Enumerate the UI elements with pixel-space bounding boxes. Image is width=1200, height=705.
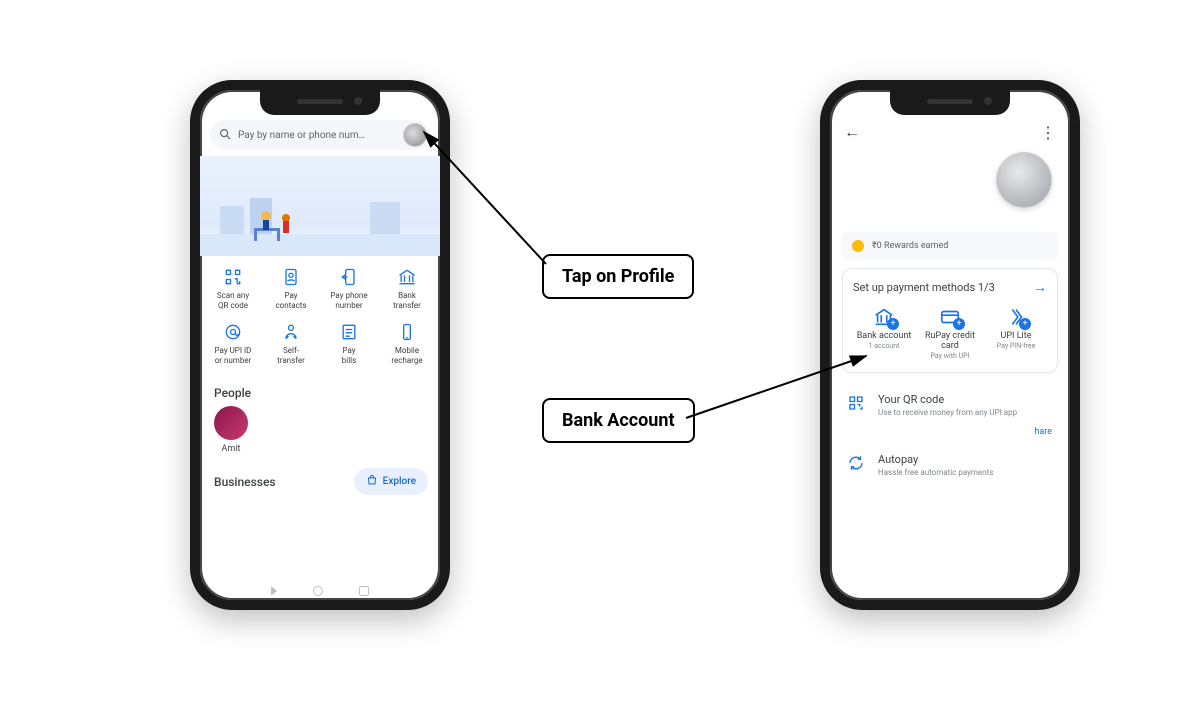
share-link[interactable]: hare — [830, 427, 1070, 443]
tutorial-canvas: Pay by name or phone num… — [20, 20, 1180, 665]
arrow-right-icon[interactable]: → — [1033, 279, 1047, 296]
nav-home-icon[interactable] — [313, 586, 323, 596]
shop-icon — [366, 474, 378, 489]
method-bank-account[interactable]: + Bank account 1 account — [853, 306, 915, 360]
android-nav — [200, 586, 440, 596]
autopay-icon — [846, 453, 866, 473]
profile-avatar[interactable] — [403, 123, 427, 147]
kebab-menu-icon[interactable]: ⋮ — [1040, 123, 1056, 142]
rewards-strip[interactable]: ₹0 Rewards earned — [842, 232, 1058, 260]
callout-profile: Tap on Profile — [542, 254, 694, 299]
nav-back-icon[interactable] — [271, 586, 277, 596]
search-icon — [218, 127, 232, 144]
search-bar[interactable]: Pay by name or phone num… — [210, 120, 430, 150]
setup-payment-card: Set up payment methods 1/3 → + Bank acco… — [842, 268, 1058, 373]
contacts-icon — [280, 266, 302, 288]
add-badge-icon: + — [953, 318, 965, 330]
back-icon[interactable]: ← — [844, 122, 860, 142]
action-scan-qr[interactable]: Scan any QR code — [204, 264, 262, 313]
nav-recent-icon[interactable] — [359, 586, 369, 596]
phone-left: Pay by name or phone num… — [190, 80, 450, 610]
method-rupay-card[interactable]: + RuPay credit card Pay with UPI — [919, 306, 981, 360]
setup-title: Set up payment methods 1/3 — [853, 281, 995, 294]
explore-button[interactable]: Explore — [354, 468, 428, 495]
profile-photo[interactable] — [996, 152, 1052, 208]
people-heading: People — [200, 376, 440, 406]
method-upi-lite[interactable]: + UPI Lite Pay PIN-free — [985, 306, 1047, 360]
action-pay-contacts[interactable]: Pay contacts — [262, 264, 320, 313]
gpay-home-screen: Pay by name or phone num… — [200, 90, 440, 600]
upi-lite-icon: + — [1003, 306, 1029, 328]
phone-notch — [260, 89, 380, 115]
action-bank-transfer[interactable]: Bank transfer — [378, 264, 436, 313]
quick-actions-grid: Scan any QR code Pay contacts Pay phone … — [200, 260, 440, 376]
bills-icon — [338, 321, 360, 343]
person-amit[interactable]: Amit — [214, 406, 248, 454]
qr-scan-icon — [222, 266, 244, 288]
bank-icon: + — [871, 306, 897, 328]
add-badge-icon: + — [1019, 318, 1031, 330]
qr-icon — [846, 393, 866, 413]
phone-right: ← ⋮ ₹0 Rewards earned Set up payment met… — [820, 80, 1080, 610]
phone-notch — [890, 89, 1010, 115]
action-pay-upi-id[interactable]: Pay UPI ID or number — [204, 319, 262, 368]
mobile-recharge-icon — [396, 321, 418, 343]
avatar — [214, 406, 248, 440]
bank-icon — [396, 266, 418, 288]
reward-coin-icon — [852, 240, 864, 252]
add-badge-icon: + — [887, 318, 899, 330]
action-mobile-recharge[interactable]: Mobile recharge — [378, 319, 436, 368]
autopay-item[interactable]: Autopay Hassle free automatic payments — [830, 443, 1070, 487]
phone-arrow-icon — [338, 266, 360, 288]
self-transfer-icon — [280, 321, 302, 343]
action-pay-bills[interactable]: Pay bills — [320, 319, 378, 368]
action-pay-phone[interactable]: Pay phone number — [320, 264, 378, 313]
people-row: Amit — [200, 406, 440, 462]
action-self-transfer[interactable]: Self- transfer — [262, 319, 320, 368]
callout-bank: Bank Account — [542, 398, 695, 443]
credit-card-icon: + — [937, 306, 963, 328]
at-icon — [222, 321, 244, 343]
hero-illustration — [200, 156, 440, 256]
businesses-heading: Businesses — [214, 475, 276, 489]
qr-code-item[interactable]: Your QR code Use to receive money from a… — [830, 383, 1070, 427]
search-placeholder: Pay by name or phone num… — [238, 130, 365, 141]
gpay-profile-screen: ← ⋮ ₹0 Rewards earned Set up payment met… — [830, 90, 1070, 600]
